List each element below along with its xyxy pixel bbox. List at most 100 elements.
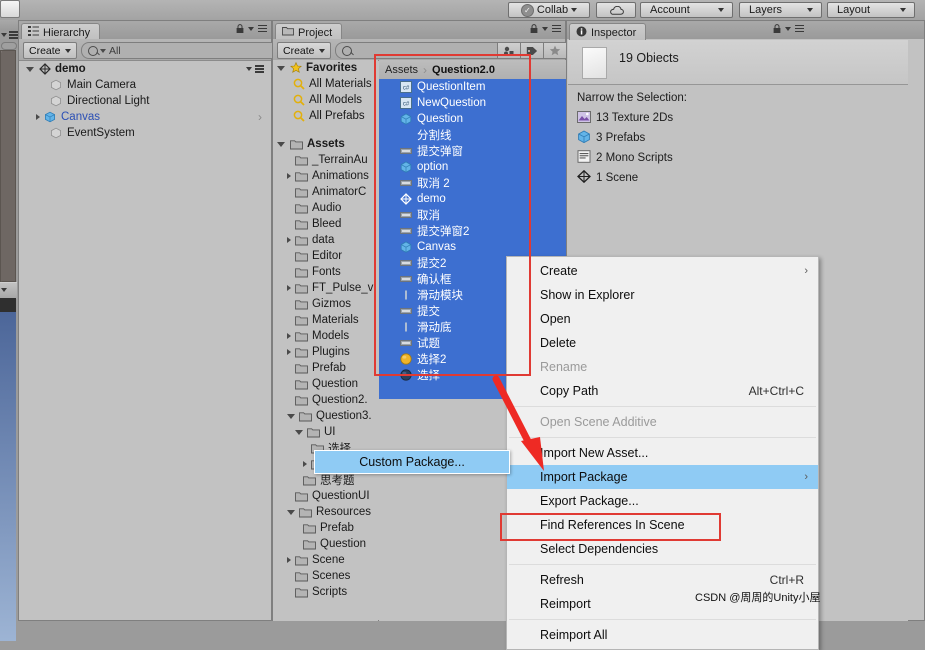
hierarchy-create-button[interactable]: Create [23, 42, 77, 59]
project-folder-row[interactable]: Gizmos [273, 296, 378, 312]
project-favorite-all-prefabs[interactable]: All Prefabs [273, 108, 378, 124]
asset-row[interactable]: c# QuestionItem [379, 79, 566, 95]
narrow-item-mono-scripts[interactable]: 2 Mono Scripts [568, 148, 908, 168]
project-folder-row[interactable]: Models [273, 328, 378, 344]
hierarchy-panel-controls[interactable] [236, 24, 267, 33]
chevron-right-icon[interactable] [287, 173, 291, 179]
project-favorites-root[interactable]: Favorites [273, 60, 378, 76]
project-folder-row[interactable]: Prefab [273, 520, 378, 536]
project-folder-row[interactable]: AnimatorC [273, 184, 378, 200]
project-folder-row[interactable]: _TerrainAu [273, 152, 378, 168]
asset-row[interactable]: c# NewQuestion [379, 95, 566, 111]
chevron-down-icon[interactable] [26, 66, 34, 72]
project-folder-row[interactable]: Question [273, 536, 378, 552]
project-folder-row[interactable]: Prefab [273, 360, 378, 376]
asset-row[interactable]: demo [379, 191, 566, 207]
chevron-down-icon[interactable] [277, 65, 285, 71]
chevron-down-icon[interactable] [295, 429, 303, 435]
collab-button[interactable]: ✓ Collab [508, 2, 590, 18]
chevron-right-icon[interactable] [287, 285, 291, 291]
asset-row[interactable]: 提交弹窗 [379, 143, 566, 159]
project-folder-row[interactable]: Scripts [273, 584, 378, 600]
project-favorite-all-materials[interactable]: All Materials [273, 76, 378, 92]
menu-item-open[interactable]: Open [507, 307, 818, 331]
hierarchy-item-canvas[interactable]: Canvas › [20, 109, 270, 125]
project-folder-row[interactable]: Resources [273, 504, 378, 520]
chevron-right-icon[interactable] [287, 557, 291, 563]
scene-view-menu[interactable] [1, 30, 18, 40]
panel-menu-icon[interactable] [258, 24, 267, 33]
project-folder-row[interactable]: Audio [273, 200, 378, 216]
lock-icon[interactable] [530, 24, 538, 33]
project-folder-row[interactable]: Question3. [273, 408, 378, 424]
project-folder-row[interactable]: Scene [273, 552, 378, 568]
inspector-panel-controls[interactable] [773, 24, 804, 33]
project-folder-row[interactable]: Fonts [273, 264, 378, 280]
favorite-star-icon[interactable] [543, 42, 567, 59]
layers-button[interactable]: Layers [739, 2, 822, 18]
narrow-item-prefabs[interactable]: 3 Prefabs [568, 128, 908, 148]
project-assets-root[interactable]: Assets [273, 136, 378, 152]
hierarchy-item-eventsystem[interactable]: EventSystem [20, 125, 270, 141]
game-view[interactable] [0, 312, 16, 641]
scene-row-menu[interactable] [246, 65, 264, 73]
chevron-down-icon[interactable] [287, 509, 295, 515]
asset-row[interactable]: option [379, 159, 566, 175]
account-button[interactable]: Account [640, 2, 733, 18]
menu-item-show-in-explorer[interactable]: Show in Explorer [507, 283, 818, 307]
chevron-right-icon[interactable] [36, 114, 40, 120]
project-folder-row[interactable]: Question [273, 376, 378, 392]
project-search-input[interactable] [335, 42, 507, 59]
menu-item-find-references-in-scene[interactable]: Find References In Scene [507, 513, 818, 537]
narrow-item-texture2ds[interactable]: 13 Texture 2Ds [568, 108, 908, 128]
scene-search-input[interactable] [1, 42, 17, 50]
project-favorite-all-models[interactable]: All Models [273, 92, 378, 108]
lock-icon[interactable] [236, 24, 244, 33]
hierarchy-item-directional-light[interactable]: Directional Light [20, 93, 270, 109]
project-folder-row[interactable]: data [273, 232, 378, 248]
project-folder-row[interactable]: Plugins [273, 344, 378, 360]
hierarchy-search-input[interactable]: All [81, 42, 280, 59]
panel-menu-icon[interactable] [795, 24, 804, 33]
chevron-down-icon[interactable] [785, 26, 791, 31]
project-create-button[interactable]: Create [277, 42, 331, 59]
submenu-custom-package[interactable]: Custom Package... [314, 450, 510, 474]
narrow-item-scene[interactable]: 1 Scene [568, 168, 908, 188]
filter-by-type-icon[interactable] [497, 42, 521, 59]
asset-row[interactable]: 提交弹窗2 [379, 223, 566, 239]
project-folder-row[interactable]: Bleed [273, 216, 378, 232]
project-panel-controls[interactable] [530, 24, 561, 33]
chevron-down-icon[interactable] [248, 26, 254, 31]
menu-item-create[interactable]: Create › [507, 259, 818, 283]
breadcrumb-assets[interactable]: Assets [385, 64, 418, 76]
project-folder-row[interactable]: Editor [273, 248, 378, 264]
project-folder-row[interactable]: Question2. [273, 392, 378, 408]
hierarchy-item-main-camera[interactable]: Main Camera [20, 77, 270, 93]
lock-icon[interactable] [773, 24, 781, 33]
toolbar-left-button[interactable] [0, 0, 20, 18]
hierarchy-scene-root[interactable]: demo [20, 61, 270, 77]
menu-item-reimport-all[interactable]: Reimport All [507, 623, 818, 647]
chevron-right-icon[interactable] [303, 461, 307, 467]
chevron-right-icon[interactable]: › [258, 110, 262, 124]
chevron-down-icon[interactable] [287, 413, 295, 419]
project-folder-row[interactable]: 思考题 [273, 472, 378, 488]
project-folder-row[interactable]: FT_Pulse_v [273, 280, 378, 296]
asset-row[interactable]: 取消 [379, 207, 566, 223]
chevron-right-icon[interactable] [287, 349, 291, 355]
scene-view[interactable] [0, 50, 17, 283]
chevron-down-icon[interactable] [277, 141, 285, 147]
panel-menu-icon[interactable] [552, 24, 561, 33]
chevron-right-icon[interactable] [287, 237, 291, 243]
asset-row[interactable]: Canvas [379, 239, 566, 255]
project-folder-row[interactable]: Scenes [273, 568, 378, 584]
layout-button[interactable]: Layout [827, 2, 915, 18]
project-folder-row[interactable]: Animations [273, 168, 378, 184]
filter-by-label-icon[interactable] [520, 42, 544, 59]
asset-row[interactable]: 分割线 [379, 127, 566, 143]
menu-item-delete[interactable]: Delete [507, 331, 818, 355]
project-folder-row[interactable]: QuestionUI [273, 488, 378, 504]
menu-item-export-package[interactable]: Export Package... [507, 489, 818, 513]
breadcrumb[interactable]: Assets › Question2.0 [379, 60, 566, 80]
tab-inspector[interactable]: Inspector [569, 23, 647, 41]
